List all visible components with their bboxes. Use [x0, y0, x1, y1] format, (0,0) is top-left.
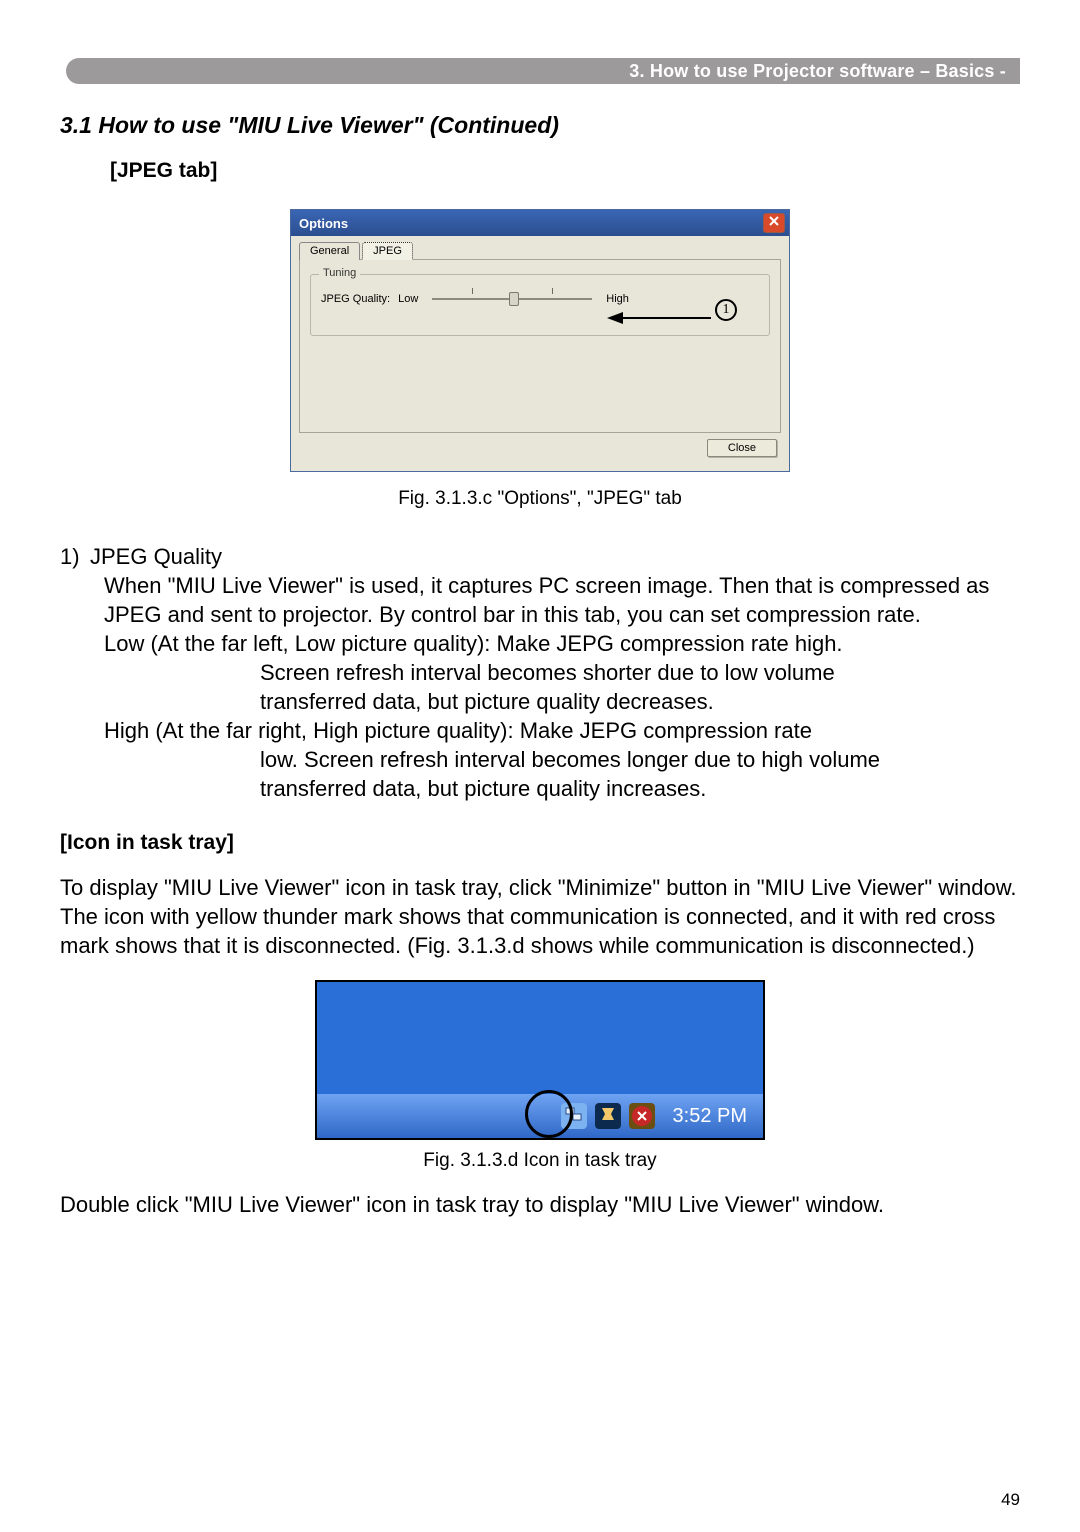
- final-paragraph: Double click "MIU Live Viewer" icon in t…: [60, 1190, 1020, 1219]
- slider-tick: [552, 288, 553, 294]
- dialog-close-button[interactable]: [763, 213, 785, 233]
- dialog-title: Options: [299, 216, 348, 231]
- taskbar-clock: 3:52 PM: [663, 1105, 757, 1128]
- jpeg-quality-row: JPEG Quality: Low High: [321, 293, 759, 305]
- jpeg-quality-label: JPEG Quality:: [321, 293, 390, 305]
- page-number: 49: [1001, 1490, 1020, 1510]
- item-1-block: 1) JPEG Quality When "MIU Live Viewer" i…: [60, 542, 1020, 803]
- close-button[interactable]: Close: [707, 439, 777, 457]
- item-1-paragraph: When "MIU Live Viewer" is used, it captu…: [104, 571, 1020, 629]
- slider-tick: [472, 288, 473, 294]
- tab-jpeg[interactable]: JPEG: [362, 242, 413, 260]
- quality-high-label: High: [606, 293, 629, 305]
- item-1-low-cont1: Screen refresh interval becomes shorter …: [260, 658, 1020, 687]
- jpeg-tab-heading: [JPEG tab]: [110, 159, 1020, 183]
- item-1-high-cont2: transferred data, but picture quality in…: [260, 774, 1020, 803]
- item-1-number: 1): [60, 542, 90, 571]
- page: 3. How to use Projector software – Basic…: [0, 0, 1080, 1532]
- chapter-header-bar: 3. How to use Projector software – Basic…: [66, 58, 1020, 84]
- item-1-low-line: Low (At the far left, Low picture qualit…: [104, 629, 1020, 658]
- chapter-header-text: 3. How to use Projector software – Basic…: [629, 61, 1006, 82]
- tray-icon-miu-live-viewer[interactable]: [595, 1103, 621, 1129]
- callout-digit: 1: [723, 302, 730, 318]
- quality-low-label: Low: [398, 293, 418, 305]
- item-1-low-cont2: transferred data, but picture quality de…: [260, 687, 1020, 716]
- disconnected-icon: [632, 1106, 652, 1126]
- dialog-footer: Close: [299, 433, 781, 463]
- options-dialog: Options General JPEG Tuning JPEG Qua: [290, 209, 790, 472]
- fieldset-legend: Tuning: [319, 267, 360, 279]
- dialog-titlebar: Options: [291, 210, 789, 236]
- tab-general[interactable]: General: [299, 242, 360, 260]
- figure-options-dialog: Options General JPEG Tuning JPEG Qua: [60, 209, 1020, 472]
- tray-icon-disconnected[interactable]: [629, 1103, 655, 1129]
- item-1-high-line: High (At the far right, High picture qua…: [104, 716, 1020, 745]
- dialog-body: General JPEG Tuning JPEG Quality: Low: [291, 236, 789, 471]
- slider-thumb[interactable]: [509, 292, 519, 306]
- live-viewer-icon: [599, 1105, 617, 1128]
- figure-2-caption: Fig. 3.1.3.d Icon in task tray: [60, 1150, 1020, 1172]
- close-icon: [768, 214, 780, 232]
- section-title: 3.1 How to use "MIU Live Viewer" (Contin…: [60, 112, 1020, 139]
- callout-number-1: 1: [715, 299, 737, 321]
- figure-1-caption: Fig. 3.1.3.c "Options", "JPEG" tab: [60, 488, 1020, 510]
- item-1-high-cont1: low. Screen refresh interval becomes lon…: [260, 745, 1020, 774]
- item-1-title: JPEG Quality: [90, 542, 222, 571]
- callout-arrow: [611, 311, 711, 329]
- tabs-row: General JPEG: [299, 242, 781, 260]
- figure-task-tray: 3:52 PM: [60, 980, 1020, 1140]
- tab-panel: Tuning JPEG Quality: Low High: [299, 259, 781, 433]
- jpeg-quality-slider[interactable]: [432, 298, 592, 300]
- task-tray-screenshot: 3:52 PM: [315, 980, 765, 1140]
- task-tray-heading: [Icon in task tray]: [60, 831, 1020, 855]
- task-tray-paragraph: To display "MIU Live Viewer" icon in tas…: [60, 873, 1020, 960]
- tuning-fieldset: Tuning JPEG Quality: Low High: [310, 274, 770, 336]
